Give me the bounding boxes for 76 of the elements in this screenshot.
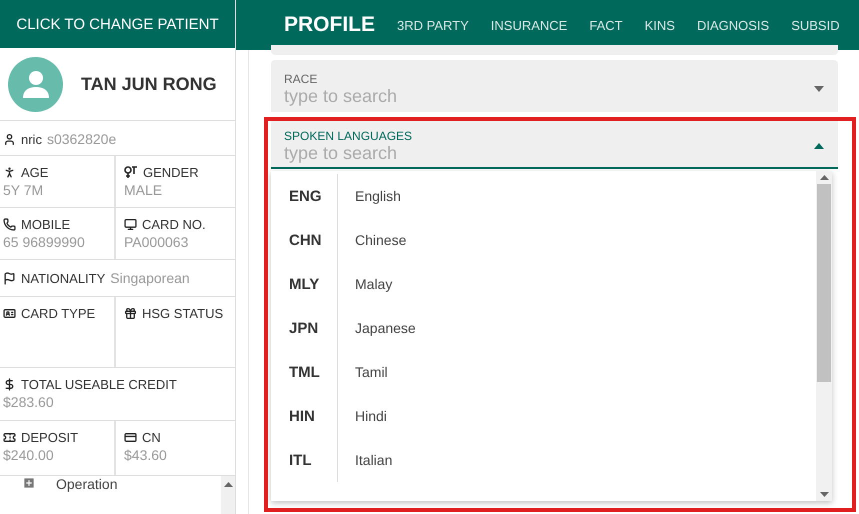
credit-card-icon: [124, 430, 137, 444]
standing-person-icon: [3, 166, 16, 178]
info-label: nric: [21, 132, 42, 146]
language-option[interactable]: TML Tamil: [271, 350, 816, 394]
tab[interactable]: 3RD PARTY: [397, 18, 469, 32]
info-value: s0362820e: [46, 131, 116, 147]
gender-icon: [124, 166, 138, 178]
info-value: PA000063: [124, 234, 188, 250]
language-name: Hindi: [354, 408, 387, 424]
info-value: $240.00: [3, 447, 54, 463]
language-name: Tamil: [354, 364, 388, 380]
info-value: $43.60: [124, 447, 167, 463]
language-code: ITL: [271, 438, 338, 482]
language-option[interactable]: CHN Chinese: [271, 218, 816, 262]
tab[interactable]: FACT: [589, 18, 623, 32]
menu-item[interactable]: Operation: [56, 476, 118, 492]
language-option[interactable]: JPN Japanese: [271, 306, 816, 350]
info-label: HSG STATUS: [142, 306, 224, 320]
search-input[interactable]: type to search: [284, 86, 814, 106]
search-input[interactable]: type to search: [284, 142, 814, 164]
info-label: CARD TYPE: [21, 306, 96, 320]
info-label: MOBILE: [21, 216, 70, 232]
language-option[interactable]: MLY Malay: [271, 262, 816, 306]
language-name: English: [354, 188, 401, 204]
info-label: CARD NO.: [142, 216, 206, 232]
language-option[interactable]: HIN Hindi: [271, 394, 816, 438]
info-label: TOTAL USEABLE CREDIT: [21, 376, 177, 392]
tab[interactable]: PROFILE: [284, 13, 376, 37]
scroll-down-icon: [820, 492, 828, 497]
ticket-icon: [3, 430, 16, 444]
id-card-icon: [3, 306, 16, 320]
info-label: DEPOSIT: [21, 430, 78, 444]
scrollbar[interactable]: [816, 171, 832, 501]
change-patient-button[interactable]: CLICK TO CHANGE PATIENT: [0, 0, 235, 48]
tab[interactable]: KINS: [644, 18, 675, 32]
monitor-icon: [124, 218, 137, 230]
info-value: 5Y 7M: [3, 182, 44, 198]
tab[interactable]: DIAGNOSIS: [696, 18, 770, 32]
language-code: HIN: [271, 394, 338, 438]
search-field[interactable]: RACE type to search: [271, 60, 838, 112]
tab[interactable]: SUBSID: [791, 18, 840, 32]
scrollbar[interactable]: [221, 476, 235, 514]
plus-square-icon: [22, 476, 36, 490]
scroll-up-icon: [820, 175, 828, 180]
language-code: ENG: [271, 174, 338, 218]
info-label: AGE: [21, 164, 48, 180]
info-value: $283.60: [3, 394, 54, 410]
language-option[interactable]: ITL Italian: [271, 438, 816, 482]
info-value: Singaporean: [110, 270, 190, 286]
patient-name: TAN JUN RONG: [81, 74, 217, 94]
phone-icon: [3, 218, 16, 230]
language-name: Malay: [354, 276, 392, 292]
field-label: RACE: [284, 72, 318, 86]
dollar-icon: [3, 378, 16, 390]
info-value: MALE: [124, 182, 162, 198]
gift-icon: [124, 306, 137, 320]
scroll-up-icon: [224, 482, 232, 487]
tab[interactable]: INSURANCE: [490, 18, 568, 32]
language-code: CHN: [271, 218, 338, 262]
caret-icon: [814, 143, 824, 149]
info-label: CN: [142, 430, 161, 444]
language-code: JPN: [271, 306, 338, 350]
person-icon: [3, 132, 16, 146]
language-name: Chinese: [354, 232, 406, 248]
flag-icon: [3, 272, 16, 284]
info-label: GENDER: [143, 164, 199, 180]
language-code: MLY: [271, 262, 338, 306]
language-code: TML: [271, 350, 338, 394]
scrollbar-thumb[interactable]: [817, 184, 831, 382]
info-value: 65 96899990: [3, 234, 85, 250]
field-label: SPOKEN LANGUAGES: [284, 128, 414, 142]
info-label: NATIONALITY: [21, 270, 106, 286]
language-name: Italian: [354, 452, 392, 468]
language-name: Japanese: [354, 320, 416, 336]
caret-icon: [814, 86, 824, 92]
language-option[interactable]: ENG English: [271, 174, 816, 218]
